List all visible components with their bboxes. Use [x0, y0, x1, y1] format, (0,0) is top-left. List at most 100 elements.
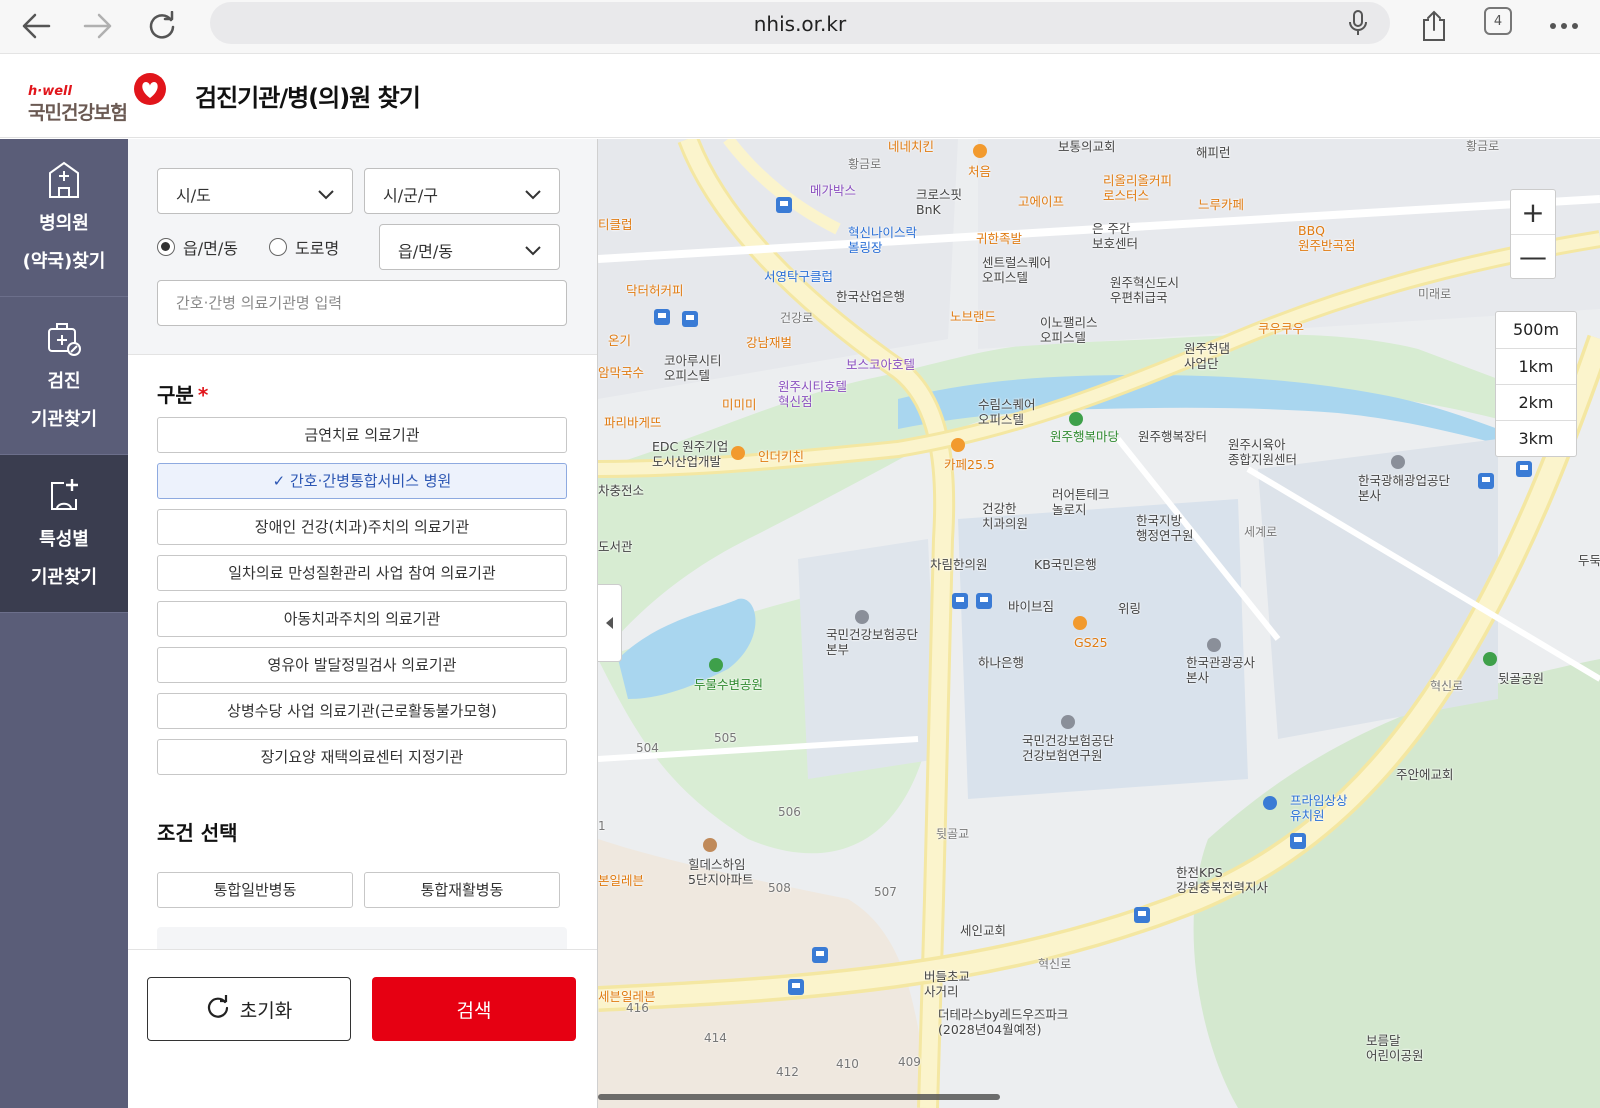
bus-stop-icon[interactable]	[1478, 473, 1494, 489]
bus-stop-icon[interactable]	[976, 593, 992, 609]
nav-label-line1: 특성별	[39, 529, 89, 550]
restaurant-pin-icon[interactable]	[951, 438, 965, 452]
share-icon[interactable]	[1414, 6, 1454, 46]
bus-stop-icon[interactable]	[952, 593, 968, 609]
zoom-in-button[interactable]: +	[1511, 190, 1555, 234]
dong-select[interactable]: 읍/면/동	[379, 224, 560, 270]
category-option[interactable]: 아동치과주치의 의료기관	[157, 601, 567, 637]
restaurant-pin-icon[interactable]	[973, 144, 987, 158]
nav-label-line2: 기관찾기	[30, 567, 98, 588]
category-title: 구분	[157, 383, 194, 407]
category-option[interactable]: 장애인 건강(치과)주치의 의료기관	[157, 509, 567, 545]
map-markers	[654, 144, 1548, 995]
scale-selector: 500m 1km 2km 3km	[1495, 311, 1577, 457]
logo-subtitle: h·well	[28, 84, 72, 99]
place-pin-icon[interactable]	[1207, 638, 1221, 652]
park-pin-icon[interactable]	[709, 658, 723, 672]
nav-label-line2: (약국)찾기	[22, 251, 106, 272]
bus-stop-icon[interactable]	[1134, 907, 1150, 923]
sido-select[interactable]: 시/도	[157, 168, 353, 214]
sigungu-select[interactable]: 시/군/구	[364, 168, 560, 214]
nav-label-line1: 검진	[47, 371, 81, 392]
search-panel: 시/도 시/군/구 읍/면/동 도로명 읍/면/동 구분* 금연치료 의료기관 …	[128, 139, 598, 1108]
reset-button[interactable]: 초기화	[147, 977, 351, 1041]
category-option[interactable]: 상병수당 사업 의료기관(근로활동불가모형)	[157, 693, 567, 729]
more-icon[interactable]	[1544, 6, 1584, 46]
scale-option[interactable]: 500m	[1496, 312, 1576, 348]
place-pin-icon[interactable]	[1061, 715, 1075, 729]
logo-text[interactable]: 국민건강보험	[28, 98, 128, 125]
condition-title: 조건 선택	[157, 821, 238, 845]
bus-stop-icon[interactable]	[1290, 833, 1306, 849]
zoom-out-button[interactable]: —	[1511, 234, 1555, 278]
clipboard-plus-icon	[46, 475, 82, 519]
medical-kit-icon	[46, 317, 82, 361]
heart-logo-icon	[132, 72, 168, 110]
sigungu-select-value: 시/군/구	[383, 186, 438, 205]
left-navigation: 병의원 (약국)찾기 검진 기관찾기 특성별 기관찾기	[0, 139, 128, 1108]
site-header: h·well 국민건강보험 검진기관/병(의)원 찾기	[0, 54, 1600, 138]
refresh-icon	[206, 994, 230, 1024]
restaurant-pin-icon[interactable]	[1073, 616, 1087, 630]
browser-toolbar: nhis.or.kr 4	[0, 0, 1600, 54]
school-pin-icon[interactable]	[1263, 796, 1277, 810]
dong-select-value: 읍/면/동	[398, 242, 453, 261]
map-view[interactable]: 보통의교회 해피런 네네치킨 황금로 메가박스 크로스핏 BnK 처음 고에이프…	[598, 139, 1600, 1108]
region-filters: 시/도 시/군/구 읍/면/동 도로명 읍/면/동	[128, 139, 597, 355]
nav-item-hospital[interactable]: 병의원 (약국)찾기	[0, 139, 128, 297]
chevron-left-icon	[605, 614, 614, 633]
address-bar[interactable]: nhis.or.kr	[210, 2, 1390, 44]
reset-label: 초기화	[239, 999, 293, 1022]
action-bar: 초기화 검색	[128, 949, 597, 1108]
extra-filter-area	[157, 927, 567, 949]
category-option-selected[interactable]: ✓ 간호·간병통합서비스 병원	[157, 463, 567, 499]
chevron-down-icon	[318, 185, 334, 204]
microphone-icon[interactable]	[1348, 10, 1368, 40]
sido-select-value: 시/도	[176, 186, 211, 205]
nav-item-checkup[interactable]: 검진 기관찾기	[0, 297, 128, 455]
place-pin-icon[interactable]	[1391, 455, 1405, 469]
category-option[interactable]: 일차의료 만성질환관리 사업 참여 의료기관	[157, 555, 567, 591]
radio-label: 읍/면/동	[183, 239, 238, 258]
scale-option[interactable]: 1km	[1496, 348, 1576, 384]
zoom-control: + —	[1510, 189, 1556, 279]
tab-count-button[interactable]: 4	[1484, 7, 1512, 35]
institution-name-input[interactable]	[157, 280, 567, 326]
forward-arrow-icon[interactable]	[78, 6, 118, 46]
scale-option[interactable]: 3km	[1496, 420, 1576, 456]
category-heading: 구분 *	[157, 379, 208, 408]
condition-option[interactable]: 통합일반병동	[157, 872, 353, 908]
horizontal-scrollbar[interactable]	[598, 1094, 1000, 1100]
restaurant-pin-icon[interactable]	[731, 446, 745, 460]
category-option[interactable]: 장기요양 재택의료센터 지정기관	[157, 739, 567, 775]
bus-stop-icon[interactable]	[788, 979, 804, 995]
scale-option[interactable]: 2km	[1496, 384, 1576, 420]
chevron-down-icon	[525, 185, 541, 204]
radio-unselected-icon	[269, 238, 287, 256]
url-text: nhis.or.kr	[753, 12, 847, 36]
back-arrow-icon[interactable]	[16, 6, 56, 46]
panel-collapse-button[interactable]	[598, 584, 622, 662]
reload-icon[interactable]	[142, 6, 182, 46]
hospital-icon	[46, 159, 82, 203]
category-option[interactable]: 금연치료 의료기관	[157, 417, 567, 453]
condition-option[interactable]: 통합재활병동	[364, 872, 560, 908]
search-button[interactable]: 검색	[372, 977, 576, 1041]
page-title: 검진기관/병(의)원 찾기	[195, 84, 421, 112]
radio-label: 도로명	[295, 239, 340, 258]
category-option[interactable]: 영유아 발달정밀검사 의료기관	[157, 647, 567, 683]
bus-stop-icon[interactable]	[776, 197, 792, 213]
bus-stop-icon[interactable]	[812, 947, 828, 963]
radio-eupmyeondong[interactable]: 읍/면/동	[157, 235, 238, 259]
nav-label-line2: 기관찾기	[30, 409, 98, 430]
nav-item-specialized[interactable]: 특성별 기관찾기	[0, 455, 128, 613]
park-pin-icon[interactable]	[1069, 412, 1083, 426]
restaurant-pin-icon[interactable]	[703, 838, 717, 852]
bus-stop-icon[interactable]	[682, 311, 698, 327]
required-mark: *	[197, 383, 209, 407]
park-pin-icon[interactable]	[1483, 652, 1497, 666]
radio-road-name[interactable]: 도로명	[269, 235, 339, 259]
bus-stop-icon[interactable]	[654, 309, 670, 325]
bus-stop-icon[interactable]	[1516, 461, 1532, 477]
place-pin-icon[interactable]	[855, 610, 869, 624]
